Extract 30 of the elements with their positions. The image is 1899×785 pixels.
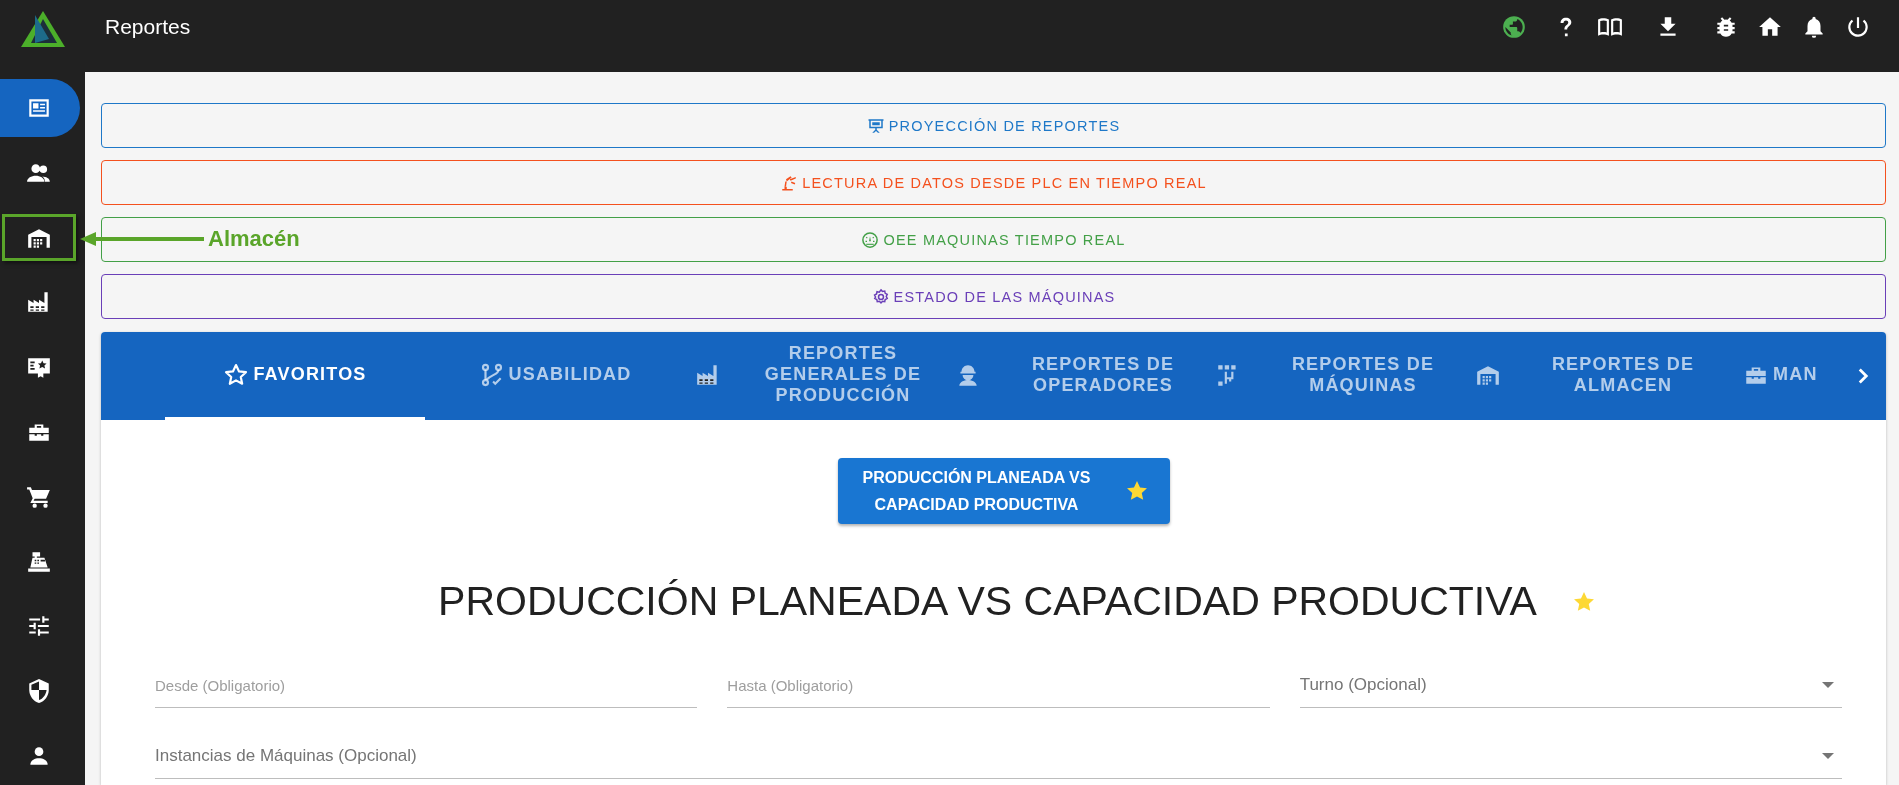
shield-icon — [26, 678, 52, 705]
star-icon — [223, 361, 250, 388]
page-title: Reportes — [105, 15, 191, 39]
select-field[interactable]: Instancias de Máquinas (Opcional) — [155, 734, 1842, 780]
sidebar-item[interactable] — [0, 79, 80, 137]
tab[interactable]: REPORTES DE OPERADORES — [945, 332, 1205, 420]
tab[interactable]: USABILIDAD — [425, 332, 685, 420]
report-link[interactable]: PROYECCIÓN DE REPORTES — [101, 103, 1886, 148]
tab[interactable]: REPORTES DE ALMACEN — [1465, 332, 1725, 420]
select-field[interactable]: Turno (Opcional) — [1299, 663, 1842, 709]
report-link[interactable]: LECTURA DE DATOS DESDE PLC EN TIEMPO REAL — [101, 160, 1886, 205]
presentation-icon — [866, 116, 885, 135]
dropdown-icon — [1822, 682, 1834, 689]
tab[interactable]: REPORTES GENERALES DE PRODUCCIÓN — [685, 332, 945, 420]
report-title: PRODUCCIÓN PLANEADA VS CAPACIDAD PRODUCTIVA — [438, 578, 1537, 626]
input-field[interactable]: Hasta (Obligatorio) — [727, 663, 1270, 709]
power-icon[interactable] — [1845, 14, 1871, 40]
input-field[interactable]: Desde (Obligatorio) — [155, 663, 698, 709]
dropdown-icon — [1822, 753, 1834, 760]
gear-icon — [871, 287, 890, 306]
tab[interactable]: FAVORITOS — [165, 332, 425, 420]
report-chip[interactable]: PRODUCCIÓN PLANEADA VS CAPACIDAD PRODUCTIVA — [837, 458, 1170, 525]
gauge-icon — [861, 230, 880, 249]
robot-arm-icon — [780, 173, 799, 192]
tab[interactable]: MAN — [1725, 332, 1828, 420]
callout-label: Almacén — [208, 226, 300, 252]
logo-icon — [18, 9, 67, 49]
tab[interactable]: REPORTES DE MÁQUINAS — [1205, 332, 1465, 420]
globe-icon[interactable] — [1501, 14, 1527, 40]
report-link[interactable]: ESTADO DE LAS MÁQUINAS — [101, 274, 1886, 319]
